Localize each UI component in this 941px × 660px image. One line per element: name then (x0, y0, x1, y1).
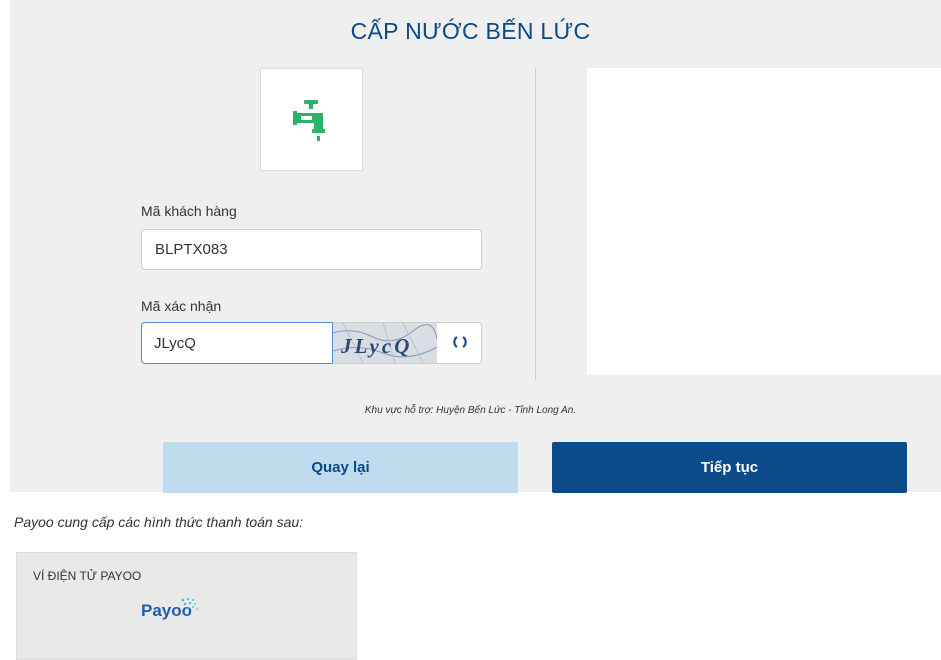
wallet-title: VÍ ĐIỆN TỬ PAYOO (33, 569, 142, 583)
refresh-icon[interactable] (449, 331, 471, 353)
captcha-input[interactable] (141, 322, 333, 364)
continue-button[interactable]: Tiếp tục (552, 442, 907, 493)
page-title: CẤP NƯỚC BẾN LỨC (350, 18, 591, 44)
provider-logo (260, 68, 363, 171)
captcha-label: Mã xác nhận (141, 298, 222, 314)
captcha-image: JLycQ (333, 323, 437, 363)
back-button[interactable]: Quay lại (163, 442, 518, 493)
customer-code-input[interactable] (141, 229, 482, 270)
payoo-sparkle-icon (181, 597, 198, 610)
captcha-field: JLycQ (141, 322, 482, 364)
column-divider (535, 68, 536, 380)
water-tap-icon (293, 100, 325, 141)
captcha-text: JLycQ (340, 334, 412, 358)
customer-code-label: Mã khách hàng (141, 203, 237, 219)
support-area-text: Khu vực hỗ trợ: Huyện Bến Lức - Tỉnh Lon… (364, 405, 577, 416)
payment-methods-intro: Payoo cung cấp các hình thức thanh toán … (14, 514, 304, 530)
info-panel (587, 68, 941, 375)
payoo-wallet-option[interactable]: VÍ ĐIỆN TỬ PAYOO Payoo (16, 552, 357, 660)
